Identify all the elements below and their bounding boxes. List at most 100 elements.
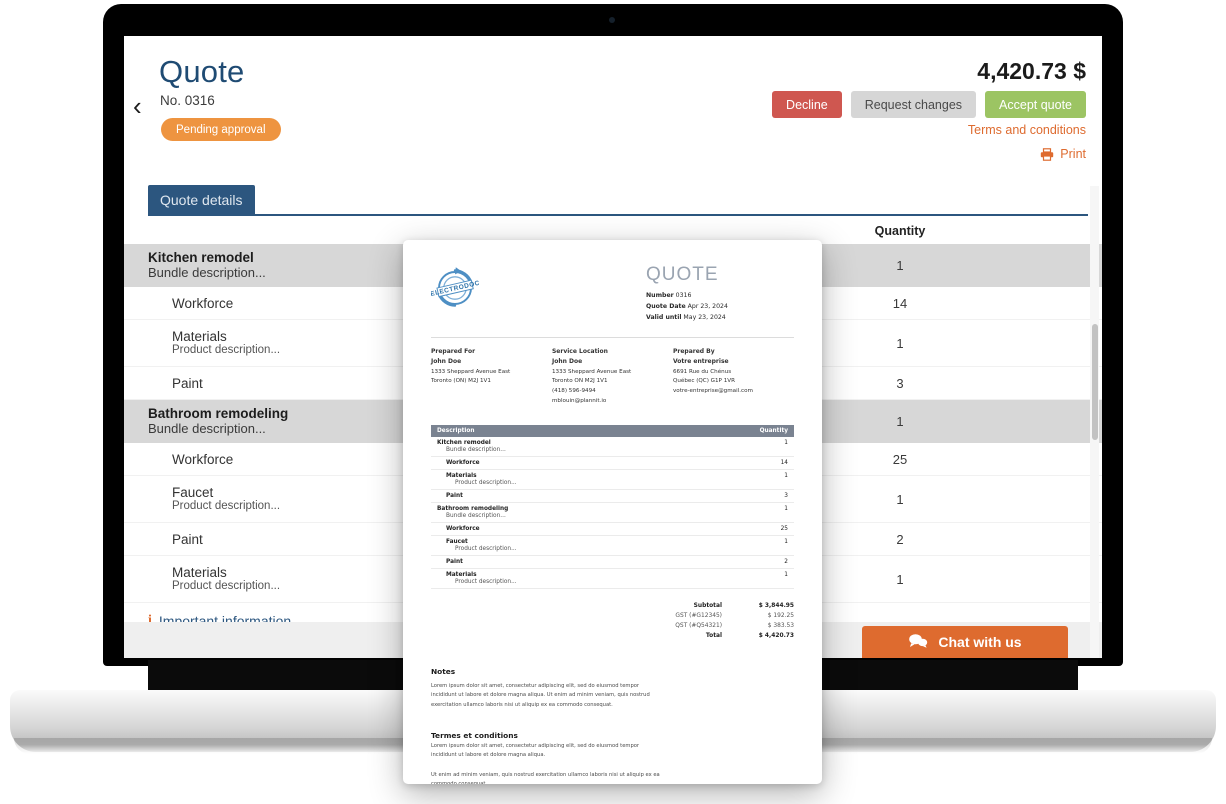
pdf-party-line: Québec (QC) G1P 1VR xyxy=(672,378,735,385)
webcam-icon xyxy=(609,17,615,23)
vertical-scrollbar-thumb[interactable] xyxy=(1092,324,1098,440)
pdf-total-row: QST (#Q54321) $ 383.53 xyxy=(622,621,794,631)
pdf-total-row: Subtotal $ 3,844.95 xyxy=(622,601,794,611)
quote-number: No. 0316 xyxy=(160,93,215,108)
pdf-row-sublabel: Product description... xyxy=(455,578,517,585)
pdf-total-value: $ 383.53 xyxy=(767,622,794,629)
pdf-party-block: Prepared By Votre entreprise 6691 Rue du C… xyxy=(673,347,794,407)
pdf-row-sublabel: Product description... xyxy=(455,545,517,552)
pdf-party-line: mblouin@plannit.io xyxy=(551,397,607,404)
pdf-total-label: GST (#G12345) xyxy=(675,612,722,619)
pdf-row-quantity: 1 xyxy=(784,505,788,512)
request-changes-button[interactable]: Request changes xyxy=(850,91,977,118)
chat-label: Chat with us xyxy=(938,634,1022,650)
pdf-terms-heading: Termes et conditions xyxy=(431,730,518,740)
pdf-meta-row: Valid until May 23, 2024 xyxy=(646,313,794,324)
pdf-row-description: Kitchen remodel Bundle description... xyxy=(437,440,754,453)
pdf-header: ELECTRODOC QUOTE Number 0316 Quote Date A… xyxy=(430,264,794,324)
pdf-party-line: 6691 Rue du Chénus xyxy=(672,368,732,375)
pdf-terms-body-1: Lorem ipsum dolor sit amet, consectetur … xyxy=(431,742,640,759)
line-item-quantity: 1 xyxy=(896,414,904,429)
pdf-row-quantity: 3 xyxy=(784,492,788,499)
pdf-meta-label: Valid until xyxy=(646,313,682,321)
pdf-row-quantity: 14 xyxy=(780,459,788,466)
pdf-total-value: $ 3,844.95 xyxy=(758,602,794,609)
pdf-row-label: Paint xyxy=(446,492,463,499)
printer-icon xyxy=(1040,147,1054,161)
pdf-row-label: Workforce xyxy=(446,459,480,466)
pdf-party-line: (418) 596-9494 xyxy=(551,388,596,395)
accept-quote-button[interactable]: Accept quote xyxy=(985,91,1086,118)
pdf-item-row: Workforce 25 xyxy=(431,523,794,536)
electrodoc-logo-icon: ELECTRODOC xyxy=(430,264,481,312)
pdf-party-heading: Service Location xyxy=(551,347,608,355)
pdf-item-row: Paint 2 xyxy=(431,556,794,569)
line-item-quantity: 14 xyxy=(892,295,908,311)
pdf-party-line: 1333 Sheppard Avenue East xyxy=(551,368,632,375)
pdf-parties: Prepared For John Doe 1333 Sheppard Avenue… xyxy=(431,347,794,407)
column-header-quantity: Quantity xyxy=(874,224,926,238)
pdf-total-row: Total $ 4,420.73 xyxy=(622,631,794,641)
pdf-row-sublabel: Bundle description... xyxy=(446,446,506,453)
pdf-row-label: Paint xyxy=(446,558,463,565)
pdf-meta-value: 0316 xyxy=(673,292,692,299)
pdf-row-quantity: 2 xyxy=(784,558,788,565)
pdf-meta-list: Number 0316 Quote Date Apr 23, 2024 Valid … xyxy=(646,291,794,324)
print-button[interactable]: Print xyxy=(1040,147,1086,161)
pdf-total-label: Total xyxy=(705,632,722,639)
back-chevron-icon[interactable]: ‹ xyxy=(133,93,155,119)
pdf-party-name: John Doe xyxy=(431,358,462,366)
pdf-row-label: Faucet xyxy=(446,538,468,545)
line-item-quantity: 1 xyxy=(896,335,904,351)
pdf-party-block: Service Location John Doe 1333 Sheppard Av… xyxy=(552,347,673,407)
pdf-line-items-table: Description Quantity Kitchen remodel Bund… xyxy=(431,424,794,589)
pdf-party-heading: Prepared For xyxy=(431,347,476,355)
pdf-row-description: Paint xyxy=(437,493,754,499)
pdf-party-block: Prepared For John Doe 1333 Sheppard Avenue… xyxy=(431,347,552,407)
pdf-meta-label: Number xyxy=(646,292,674,299)
pdf-row-quantity: 25 xyxy=(780,525,788,532)
pdf-meta-value: May 23, 2024 xyxy=(681,313,726,321)
pdf-row-sublabel: Bundle description... xyxy=(446,512,506,519)
pdf-party-line: Toronto (ON) M2J 1V1 xyxy=(431,378,491,385)
chat-with-us-button[interactable]: Chat with us xyxy=(862,626,1068,658)
chat-bubbles-icon xyxy=(908,633,928,651)
pdf-item-row: Faucet Product description... 1 xyxy=(431,536,794,556)
pdf-row-quantity: 1 xyxy=(784,571,788,578)
header-actions: Decline Request changes Accept quote xyxy=(772,91,1086,118)
tab-quote-details[interactable]: Quote details xyxy=(148,185,255,215)
pdf-party-heading: Prepared By xyxy=(672,347,715,355)
status-badge[interactable]: Pending approval xyxy=(161,118,281,141)
pdf-row-description: Workforce xyxy=(437,460,754,466)
pdf-row-description: Materials Product description... xyxy=(437,572,754,585)
decline-button[interactable]: Decline xyxy=(772,91,842,118)
pdf-item-row: Materials Product description... 1 xyxy=(431,569,794,589)
pdf-party-name: Votre entreprise xyxy=(672,358,729,366)
line-item-quantity: 2 xyxy=(896,531,904,547)
pdf-meta-label: Quote Date xyxy=(646,302,686,310)
pdf-title: QUOTE xyxy=(646,264,719,285)
pdf-row-label: Materials xyxy=(446,571,477,578)
quote-total-amount: 4,420.73 $ xyxy=(977,58,1086,84)
line-item-quantity: 1 xyxy=(896,258,904,273)
pdf-row-description: Paint xyxy=(437,559,754,565)
pdf-item-row: Materials Product description... 1 xyxy=(431,470,794,490)
pdf-total-label: QST (#Q54321) xyxy=(675,622,722,629)
page-title: Quote xyxy=(159,54,245,89)
pdf-party-line: 1333 Sheppard Avenue East xyxy=(431,368,511,375)
terms-and-conditions-link[interactable]: Terms and conditions xyxy=(968,123,1086,137)
pdf-item-row: Paint 3 xyxy=(431,490,794,503)
pdf-total-value: $ 4,420.73 xyxy=(758,632,794,639)
pdf-notes-heading: Notes xyxy=(431,666,456,676)
pdf-table-header: Description Quantity xyxy=(431,424,794,437)
pdf-row-quantity: 1 xyxy=(784,538,788,545)
tab-bar: Quote details xyxy=(124,185,1102,218)
pdf-row-description: Materials Product description... xyxy=(437,473,754,486)
pdf-total-row: GST (#G12345) $ 192.25 xyxy=(622,611,794,621)
pdf-row-label: Bathroom remodeling xyxy=(437,505,509,512)
pdf-totals: Subtotal $ 3,844.95 GST (#G12345) $ 192.25 Q… xyxy=(622,601,794,641)
pdf-row-description: Bathroom remodeling Bundle description... xyxy=(437,506,754,519)
pdf-meta-row: Quote Date Apr 23, 2024 xyxy=(646,302,794,313)
pdf-total-label: Subtotal xyxy=(693,602,722,609)
pdf-row-label: Materials xyxy=(446,472,477,479)
